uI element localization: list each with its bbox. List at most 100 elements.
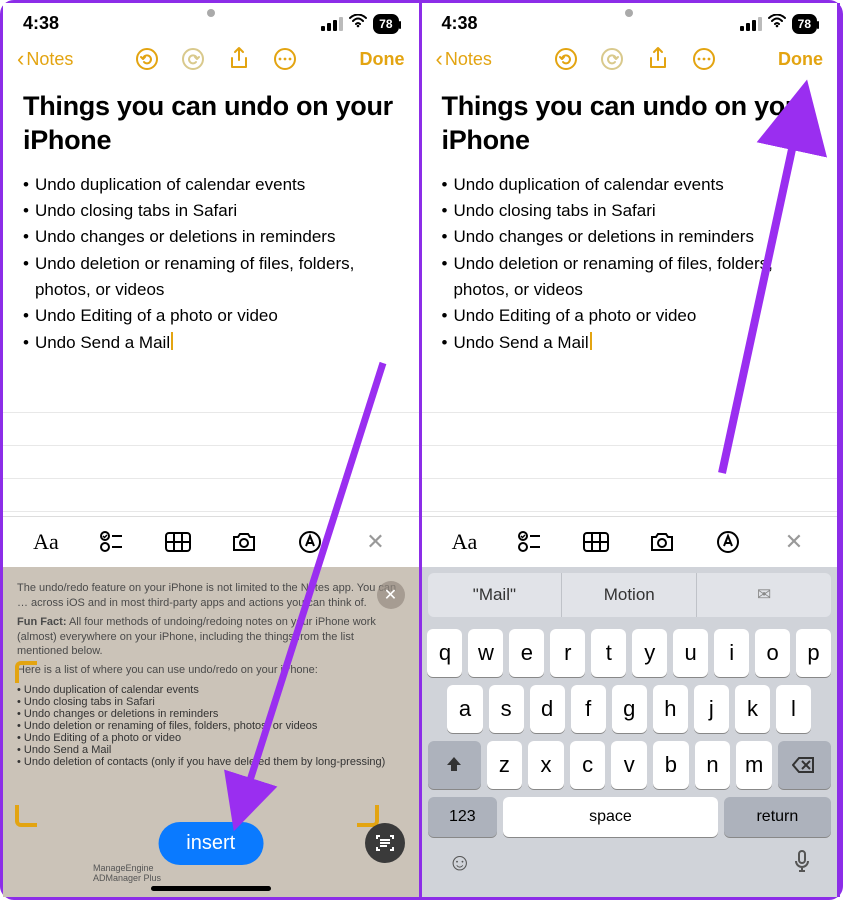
back-button[interactable]: ‹ Notes [436,48,492,70]
space-key[interactable]: space [503,797,718,837]
scan-corner [15,661,37,683]
scan-ad: ADManager Plus [93,873,161,883]
checklist-icon[interactable] [97,529,127,555]
note-line: Undo closing tabs in Safari [453,198,655,224]
dictation-key[interactable] [793,849,811,880]
key-o[interactable]: o [755,629,790,677]
note-line: Undo duplication of calendar events [453,172,723,198]
key-t[interactable]: t [591,629,626,677]
undo-icon[interactable] [134,46,160,72]
return-key[interactable]: return [724,797,831,837]
suggestion-icon[interactable]: ✉︎ [697,573,831,617]
key-h[interactable]: h [653,685,688,733]
undo-icon[interactable] [553,46,579,72]
key-q[interactable]: q [427,629,462,677]
note-body[interactable]: Undo duplication of calendar events Undo… [422,172,838,356]
scan-item: Undo Send a Mail [17,744,405,756]
key-y[interactable]: y [632,629,667,677]
key-z[interactable]: z [487,741,523,789]
checklist-icon[interactable] [515,529,545,555]
scan-corner [15,805,37,827]
key-v[interactable]: v [611,741,647,789]
signal-icon [321,17,343,31]
key-g[interactable]: g [612,685,647,733]
suggestion[interactable]: Motion [562,573,697,617]
note-title[interactable]: Things you can undo on your iPhone [422,84,838,172]
camera-icon[interactable] [229,529,259,555]
chevron-left-icon: ‹ [17,48,24,70]
battery-icon: 78 [792,14,817,34]
status-time: 4:38 [442,13,478,34]
note-ruled-area[interactable] [422,380,838,516]
key-b[interactable]: b [653,741,689,789]
delete-key[interactable] [778,741,831,789]
key-r[interactable]: r [550,629,585,677]
scan-item: Undo changes or deletions in reminders [17,708,405,720]
note-line: Undo closing tabs in Safari [35,198,237,224]
live-text-icon[interactable] [365,823,405,863]
key-u[interactable]: u [673,629,708,677]
key-x[interactable]: x [528,741,564,789]
emoji-key[interactable]: ☺ [448,849,473,880]
key-j[interactable]: j [694,685,729,733]
format-toolbar: Aa ✕ [3,516,419,567]
note-line: Undo deletion or renaming of files, fold… [35,251,399,304]
camera-lens [625,9,633,17]
markup-icon[interactable] [295,529,325,555]
insert-button[interactable]: insert [158,822,263,865]
key-f[interactable]: f [571,685,606,733]
close-toolbar-icon[interactable]: ✕ [360,529,390,555]
note-line: Undo duplication of calendar events [35,172,305,198]
note-title[interactable]: Things you can undo on your iPhone [3,84,419,172]
camera-icon[interactable] [647,529,677,555]
key-i[interactable]: i [714,629,749,677]
note-ruled-area[interactable] [3,380,419,516]
live-text-panel: ✕ The undo/redo feature on your iPhone i… [3,567,419,897]
nav-bar: ‹ Notes Done [3,40,419,84]
scan-corner [357,805,379,827]
key-k[interactable]: k [735,685,770,733]
note-body[interactable]: Undo duplication of calendar events Undo… [3,172,419,356]
key-p[interactable]: p [796,629,831,677]
close-panel-icon[interactable]: ✕ [377,581,405,609]
more-icon[interactable] [272,46,298,72]
key-n[interactable]: n [695,741,731,789]
key-l[interactable]: l [776,685,811,733]
nav-bar: ‹ Notes Done [422,40,838,84]
back-button[interactable]: ‹ Notes [17,48,73,70]
wifi-icon [768,14,786,33]
note-line: Undo Send a Mail [453,333,588,352]
key-c[interactable]: c [570,741,606,789]
chevron-left-icon: ‹ [436,48,443,70]
more-icon[interactable] [691,46,717,72]
text-cursor [590,332,592,350]
camera-lens [207,9,215,17]
scan-item: Undo Editing of a photo or video [17,732,405,744]
shift-key[interactable] [428,741,481,789]
key-a[interactable]: a [447,685,482,733]
markup-icon[interactable] [713,529,743,555]
done-button[interactable]: Done [778,49,823,70]
suggestion-bar: "Mail" Motion ✉︎ [428,573,832,617]
scan-intro: The undo/redo feature on your iPhone is … [17,581,405,611]
redo-icon[interactable] [180,46,206,72]
suggestion[interactable]: "Mail" [428,573,563,617]
redo-icon[interactable] [599,46,625,72]
scan-item: Undo closing tabs in Safari [17,696,405,708]
text-format-icon[interactable]: Aa [31,529,61,555]
key-e[interactable]: e [509,629,544,677]
share-icon[interactable] [645,46,671,72]
table-icon[interactable] [163,529,193,555]
key-s[interactable]: s [489,685,524,733]
numbers-key[interactable]: 123 [428,797,498,837]
done-button[interactable]: Done [359,49,404,70]
text-format-icon[interactable]: Aa [449,529,479,555]
key-d[interactable]: d [530,685,565,733]
key-w[interactable]: w [468,629,503,677]
home-indicator[interactable] [151,886,271,891]
share-icon[interactable] [226,46,252,72]
close-toolbar-icon[interactable]: ✕ [779,529,809,555]
note-line: Undo Send a Mail [35,333,170,352]
key-m[interactable]: m [736,741,772,789]
table-icon[interactable] [581,529,611,555]
